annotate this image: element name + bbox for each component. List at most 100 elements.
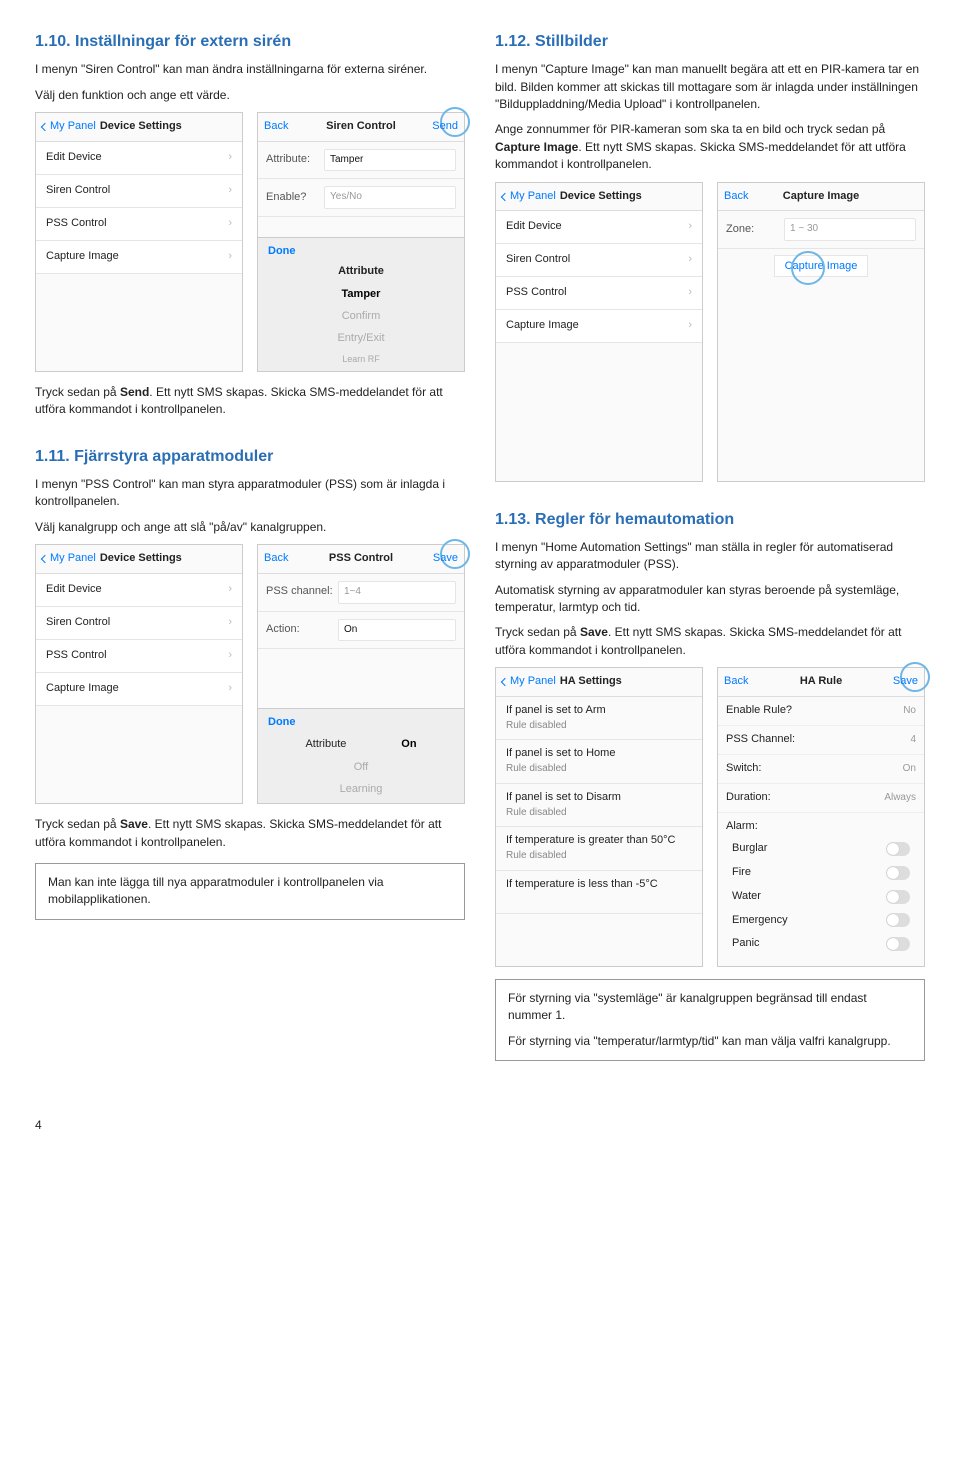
- chevron-right-icon: ›: [228, 615, 232, 631]
- phone-ha-rule: Back HA Rule Save Enable Rule?No PSS Cha…: [717, 667, 925, 967]
- form-row[interactable]: Action:On: [258, 612, 464, 650]
- body-text: Tryck sedan på Send. Ett nytt SMS skapas…: [35, 384, 465, 419]
- alarm-label: Alarm:: [718, 813, 924, 837]
- form-row[interactable]: Enable?Yes/No: [258, 179, 464, 217]
- form-row[interactable]: Enable Rule?No: [718, 697, 924, 726]
- form-row[interactable]: PSS Channel:4: [718, 726, 924, 755]
- alarm-toggle-row[interactable]: Panic: [718, 932, 924, 956]
- nav-title: Device Settings: [100, 551, 236, 567]
- toggle-icon[interactable]: [886, 937, 910, 951]
- chevron-left-icon: [41, 123, 49, 131]
- back-button[interactable]: Back: [264, 551, 288, 567]
- back-button[interactable]: My Panel: [502, 189, 556, 205]
- picker-option[interactable]: Entry/Exit: [258, 328, 464, 350]
- picker-option[interactable]: Tamper: [258, 284, 464, 306]
- back-button[interactable]: My Panel: [502, 674, 556, 690]
- form-row[interactable]: Duration:Always: [718, 784, 924, 813]
- chevron-left-icon: [501, 192, 509, 200]
- nav-title: Device Settings: [100, 119, 236, 135]
- back-button[interactable]: Back: [724, 674, 748, 690]
- rule-item[interactable]: If panel is set to DisarmRule disabled: [496, 784, 702, 827]
- toggle-icon[interactable]: [886, 842, 910, 856]
- phone-ha-settings: My Panel HA Settings If panel is set to …: [495, 667, 703, 967]
- picker-option[interactable]: Learn RF: [258, 350, 464, 369]
- enable-field[interactable]: Yes/No: [324, 186, 456, 209]
- rule-item[interactable]: If temperature is less than -5°C: [496, 871, 702, 914]
- alarm-toggle-row[interactable]: Water: [718, 885, 924, 909]
- picker-option[interactable]: On: [401, 737, 416, 753]
- form-row[interactable]: PSS channel:1~4: [258, 574, 464, 612]
- list-item[interactable]: Capture Image›: [496, 310, 702, 343]
- alarm-toggle-row[interactable]: Fire: [718, 861, 924, 885]
- list-item[interactable]: Capture Image›: [36, 241, 242, 274]
- section-1-10: 1.10. Inställningar för extern sirén I m…: [35, 30, 465, 419]
- list-item[interactable]: PSS Control›: [36, 640, 242, 673]
- section-1-12: 1.12. Stillbilder I menyn "Capture Image…: [495, 30, 925, 482]
- zone-field[interactable]: 1 ~ 30: [784, 218, 916, 241]
- rule-item[interactable]: If panel is set to HomeRule disabled: [496, 740, 702, 783]
- body-text: Välj kanalgrupp och ange att slå "på/av"…: [35, 519, 465, 536]
- note-box: Man kan inte lägga till nya apparatmodul…: [35, 863, 465, 920]
- chevron-right-icon: ›: [228, 249, 232, 265]
- done-button[interactable]: Done: [258, 244, 464, 264]
- list-item[interactable]: Siren Control›: [36, 607, 242, 640]
- body-text: I menyn "Home Automation Settings" man s…: [495, 539, 925, 574]
- toggle-icon[interactable]: [886, 890, 910, 904]
- nav-title: Device Settings: [560, 189, 696, 205]
- list-item[interactable]: Siren Control›: [36, 175, 242, 208]
- section-heading: 1.11. Fjärrstyra apparatmoduler: [35, 445, 465, 468]
- alarm-toggle-row[interactable]: Emergency: [718, 909, 924, 933]
- list-item[interactable]: Edit Device›: [36, 574, 242, 607]
- page-number: 4: [35, 1117, 925, 1134]
- save-button[interactable]: Save: [433, 551, 458, 567]
- phone-pss-control: Back PSS Control Save PSS channel:1~4 Ac…: [257, 544, 465, 804]
- save-button[interactable]: Save: [893, 674, 918, 690]
- rule-item[interactable]: If panel is set to ArmRule disabled: [496, 697, 702, 740]
- body-text: Ange zonnummer för PIR-kameran som ska t…: [495, 121, 925, 173]
- list-item[interactable]: Siren Control›: [496, 244, 702, 277]
- rule-item[interactable]: If temperature is greater than 50°CRule …: [496, 827, 702, 870]
- attribute-field[interactable]: Tamper: [324, 149, 456, 172]
- chevron-right-icon: ›: [688, 252, 692, 268]
- picker-title: Attribute: [258, 264, 464, 284]
- body-text: I menyn "Capture Image" kan man manuellt…: [495, 61, 925, 113]
- back-button[interactable]: My Panel: [42, 119, 96, 135]
- toggle-icon[interactable]: [886, 913, 910, 927]
- done-button[interactable]: Done: [258, 715, 464, 735]
- picker-keyboard: Done Attribute Tamper Confirm Entry/Exit…: [258, 237, 464, 371]
- back-button[interactable]: Back: [264, 119, 288, 135]
- picker-option[interactable]: Confirm: [258, 306, 464, 328]
- chevron-right-icon: ›: [228, 183, 232, 199]
- chevron-right-icon: ›: [228, 150, 232, 166]
- chevron-right-icon: ›: [228, 681, 232, 697]
- phone-device-settings: My Panel Device Settings Edit Device› Si…: [35, 544, 243, 804]
- phone-device-settings: My Panel Device Settings Edit Device› Si…: [35, 112, 243, 372]
- toggle-icon[interactable]: [886, 866, 910, 880]
- section-heading: 1.12. Stillbilder: [495, 30, 925, 53]
- back-button[interactable]: Back: [724, 189, 748, 205]
- list-item[interactable]: Edit Device›: [496, 211, 702, 244]
- section-heading: 1.13. Regler för hemautomation: [495, 508, 925, 531]
- chevron-right-icon: ›: [228, 582, 232, 598]
- body-text: Automatisk styrning av apparatmoduler ka…: [495, 582, 925, 617]
- list-item[interactable]: PSS Control›: [496, 277, 702, 310]
- picker-option[interactable]: Learning: [258, 779, 464, 801]
- form-row[interactable]: Attribute:Tamper: [258, 142, 464, 180]
- form-row[interactable]: Switch:On: [718, 755, 924, 784]
- form-row[interactable]: Zone:1 ~ 30: [718, 211, 924, 249]
- list-item[interactable]: PSS Control›: [36, 208, 242, 241]
- list-item[interactable]: Capture Image›: [36, 673, 242, 706]
- capture-image-button[interactable]: Capture Image: [774, 255, 869, 277]
- send-button[interactable]: Send: [432, 119, 458, 135]
- nav-title: Capture Image: [718, 189, 924, 205]
- back-button[interactable]: My Panel: [42, 551, 96, 567]
- picker-option[interactable]: Off: [258, 757, 464, 779]
- chevron-left-icon: [41, 555, 49, 563]
- channel-field[interactable]: 1~4: [338, 581, 456, 604]
- chevron-right-icon: ›: [688, 285, 692, 301]
- alarm-toggle-row[interactable]: Burglar: [718, 837, 924, 861]
- action-field[interactable]: On: [338, 619, 456, 642]
- phone-device-settings: My Panel Device Settings Edit Device› Si…: [495, 182, 703, 482]
- list-item[interactable]: Edit Device›: [36, 142, 242, 175]
- phone-siren-control: Back Siren Control Send Attribute:Tamper…: [257, 112, 465, 372]
